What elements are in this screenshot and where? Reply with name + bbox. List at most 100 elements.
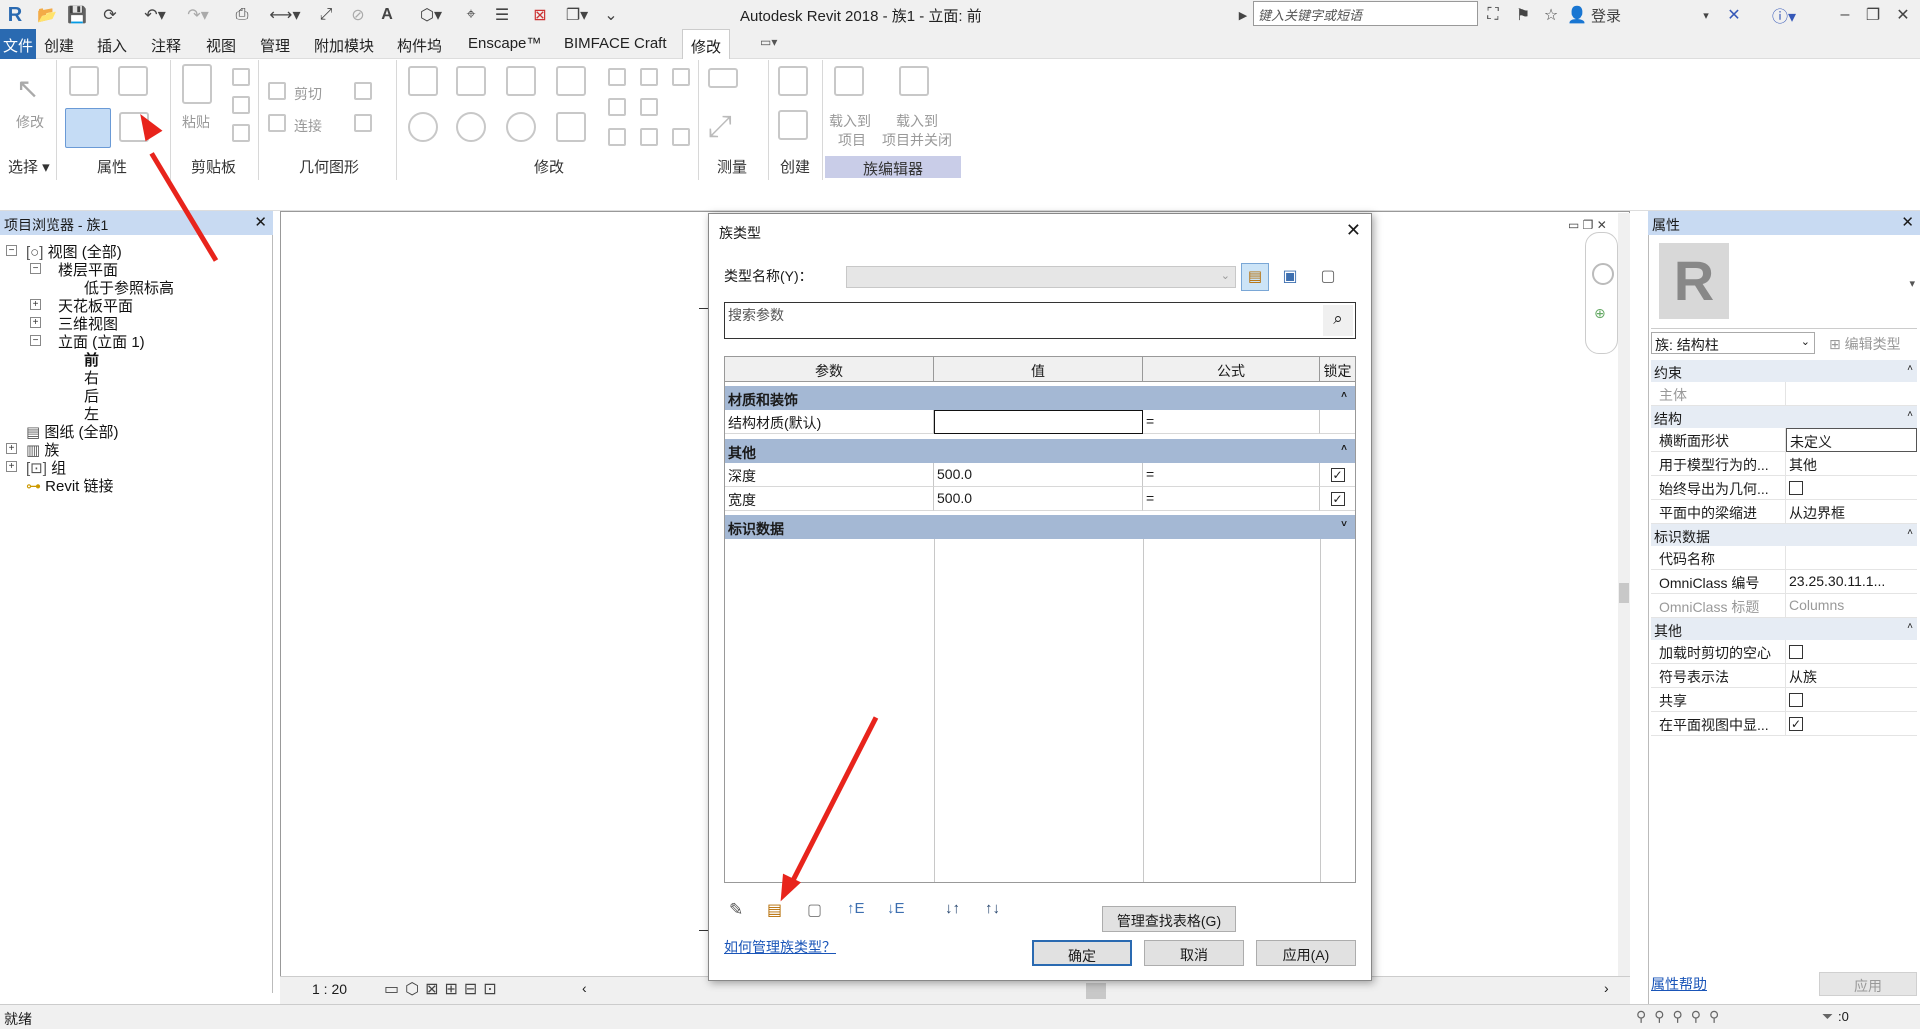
prop-row[interactable]: 平面中的梁缩进 从边界框 [1651, 500, 1917, 524]
prop-group-structure[interactable]: 结构 ˄ [1651, 406, 1917, 428]
column-header-formula[interactable]: 公式 [1143, 357, 1320, 382]
prop-value[interactable]: 从族 [1786, 664, 1917, 688]
unpin-icon[interactable] [672, 68, 690, 86]
edit-type-button[interactable]: ⊞ 编辑类型 [1829, 334, 1901, 354]
split-element-icon[interactable] [608, 68, 626, 86]
lock-checkbox[interactable]: ✓ [1330, 492, 1345, 507]
trim-extend-icon[interactable] [640, 128, 658, 146]
prop-checkbox[interactable]: ✓ [1789, 717, 1803, 732]
tab-view[interactable]: 视图 [206, 35, 236, 56]
panel-toggle-icon[interactable]: ▭▾ [760, 35, 777, 49]
column-header-lock[interactable]: 锁定 [1320, 357, 1355, 382]
param-value-input[interactable]: 500.0 [934, 463, 1143, 487]
scroll-right-icon[interactable]: › [1604, 980, 1609, 996]
prop-group-constraints[interactable]: 约束 ˄ [1651, 360, 1917, 382]
cut-geometry-icon[interactable] [268, 82, 286, 100]
tag-icon[interactable]: ⊘ [346, 4, 370, 26]
project-browser-close-icon[interactable]: ✕ [254, 213, 267, 231]
type-name-select[interactable]: ⌄ [846, 266, 1236, 288]
view-control-icons[interactable]: ▭⬡⊠⊞⊟⊡ [384, 979, 503, 999]
properties-apply-button[interactable]: 应用 [1819, 972, 1917, 996]
subscription-icon[interactable]: ⚑ [1511, 4, 1535, 26]
param-value-input[interactable] [934, 410, 1143, 434]
edit-parameter-pencil-icon[interactable]: ✎ [729, 900, 743, 920]
cut-icon[interactable] [232, 68, 250, 86]
measure-icon[interactable]: ⟷▾ [270, 4, 301, 26]
mirror-axis-icon[interactable] [506, 66, 536, 96]
create-similar-icon[interactable] [778, 110, 808, 140]
selection-filter-icons[interactable]: ⚲⚲⚲⚲⚲ [1636, 1008, 1727, 1025]
text-icon[interactable]: A [376, 4, 398, 26]
pin-icon[interactable] [608, 128, 626, 146]
ok-button[interactable]: 确定 [1032, 940, 1132, 966]
properties-close-icon[interactable]: ✕ [1901, 213, 1914, 231]
user-icon[interactable]: 👤 [1567, 4, 1587, 26]
measure-tool-icon[interactable]: ⤢ [708, 110, 738, 143]
move-up-icon[interactable]: ↑E [847, 900, 865, 917]
sort-descending-icon[interactable]: ↑↓ [985, 900, 1000, 917]
prop-value[interactable]: 从边界框 [1786, 500, 1917, 524]
expand-icon[interactable]: + [30, 317, 41, 328]
prop-row[interactable]: 主体 [1651, 382, 1917, 406]
split-face-icon[interactable] [354, 114, 372, 132]
minimize-icon[interactable]: – [1834, 4, 1856, 26]
move-down-icon[interactable]: ↓E [887, 900, 905, 917]
group-materials[interactable]: 材质和装饰 ˄ [725, 386, 1355, 410]
section-icon[interactable]: ⌖ [460, 4, 482, 26]
column-header-value[interactable]: 值 [934, 357, 1143, 382]
group-other[interactable]: 其他 ˄ [725, 439, 1355, 463]
align-icon[interactable] [408, 66, 438, 96]
prop-row[interactable]: 加载时剪切的空心 [1651, 640, 1917, 664]
cancel-button[interactable]: 取消 [1144, 940, 1244, 966]
steering-wheel-icon[interactable] [1592, 263, 1614, 285]
help-link[interactable]: 如何管理族类型？ [724, 937, 836, 957]
print-icon[interactable]: ⎙ [230, 4, 254, 26]
window-close-icon[interactable]: ✕ [1892, 4, 1914, 26]
family-selector[interactable]: 族: 结构柱 ⌄ [1651, 332, 1815, 354]
create-component-icon[interactable] [778, 66, 808, 96]
split-gap-icon[interactable] [640, 68, 658, 86]
sort-ascending-icon[interactable]: ↓↑ [945, 900, 960, 917]
new-parameter-icon[interactable]: ▤ [767, 900, 782, 920]
restore-icon[interactable]: ❐ [1862, 4, 1884, 26]
panel-select[interactable]: 选择 ▾ [8, 156, 50, 177]
prop-row[interactable]: 在平面视图中显... ✓ [1651, 712, 1917, 736]
login-button[interactable]: 登录 [1588, 4, 1624, 26]
scroll-thumb[interactable] [1619, 583, 1629, 603]
param-formula[interactable]: = [1143, 410, 1320, 434]
tree-revit-links[interactable]: ⊶ Revit 链接 [26, 475, 114, 496]
array-icon[interactable] [608, 98, 626, 116]
prop-row[interactable]: 横断面形状 未定义 [1651, 428, 1917, 452]
prop-checkbox[interactable] [1789, 481, 1803, 496]
properties-toggle-button[interactable] [65, 108, 111, 148]
prop-group-identity[interactable]: 标识数据 ˄ [1651, 524, 1917, 546]
type-selector-preview[interactable]: R ▾ [1651, 237, 1917, 329]
expand-icon[interactable]: + [6, 443, 17, 454]
tab-create[interactable]: 创建 [44, 35, 74, 56]
navigation-bar[interactable]: ⊕ [1585, 232, 1618, 354]
offset-icon[interactable] [456, 66, 486, 96]
customize-qat-icon[interactable]: ⌄ [600, 4, 622, 26]
horizontal-scroll-thumb[interactable] [1086, 983, 1106, 999]
delete-type-icon[interactable]: ▢ [1317, 266, 1339, 288]
manage-lookup-button[interactable]: 管理查找表格(G) [1102, 906, 1236, 932]
tab-bimface[interactable]: BIMFACE Craft [564, 35, 667, 52]
view-scale[interactable]: 1 : 20 [312, 981, 347, 997]
param-value-input[interactable]: 500.0 [934, 487, 1143, 511]
trim-icon[interactable] [556, 112, 586, 142]
search-icon[interactable]: ⌕ [1323, 305, 1353, 336]
rename-type-icon[interactable]: ▣ [1279, 266, 1301, 288]
help-icon[interactable]: ⓘ▾ [1764, 4, 1804, 26]
prop-row[interactable]: 共享 [1651, 688, 1917, 712]
copy-element-icon[interactable] [456, 112, 486, 142]
tab-modify[interactable]: 修改 [682, 29, 730, 60]
save-icon[interactable]: 💾 [66, 4, 88, 26]
favorites-star-icon[interactable]: ☆ [1539, 4, 1563, 26]
switch-windows-icon[interactable]: ❐▾ [560, 4, 594, 26]
prop-row[interactable]: OmniClass 编号 23.25.30.11.1... [1651, 570, 1917, 594]
vertical-scrollbar[interactable] [1618, 213, 1630, 976]
family-category-icon[interactable] [69, 66, 99, 96]
tab-enscape[interactable]: Enscape™ [468, 35, 541, 52]
prop-row[interactable]: 用于模型行为的... 其他 [1651, 452, 1917, 476]
tab-component-dock[interactable]: 构件坞 [397, 35, 442, 56]
